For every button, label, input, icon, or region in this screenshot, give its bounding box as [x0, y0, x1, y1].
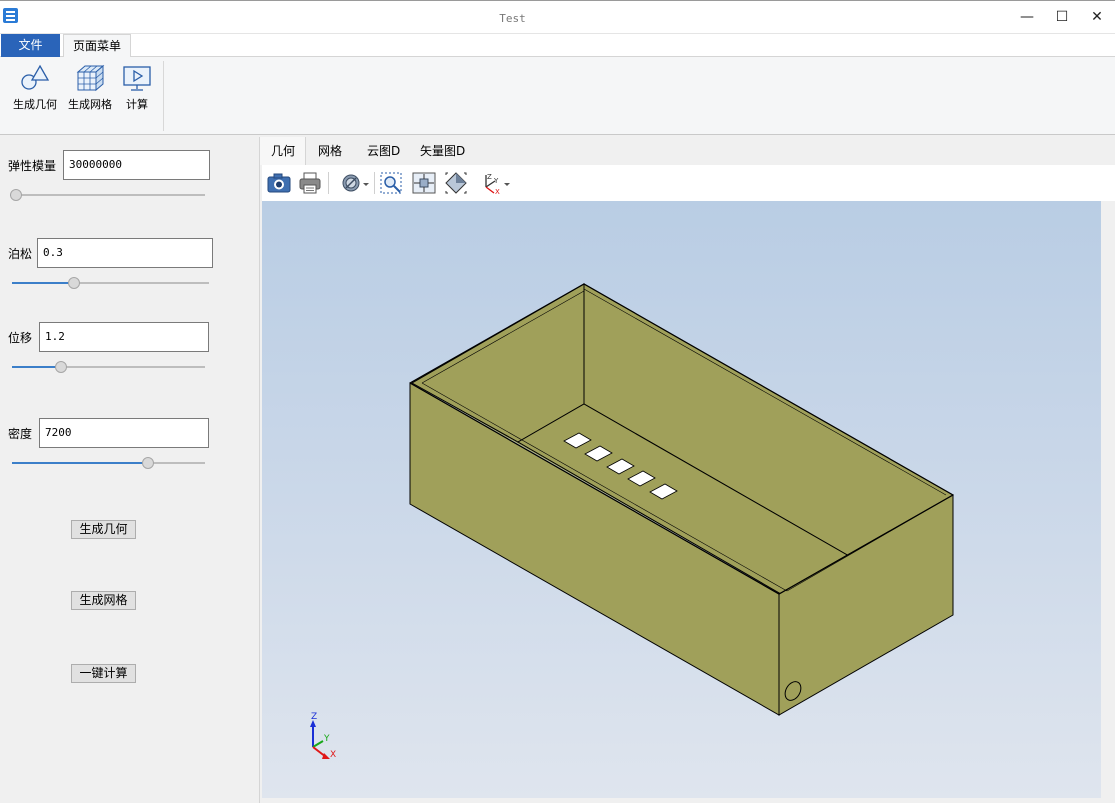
generate-geometry-ribbon-label: 生成几何 — [13, 98, 57, 111]
poisson-input[interactable]: 0.3 — [37, 238, 213, 268]
view-toolbar: Z Y X — [262, 165, 1115, 201]
axis-triad: Z Y X — [310, 712, 336, 760]
density-input[interactable]: 7200 — [39, 418, 209, 448]
view-tabs: 几何 网格 云图D 矢量图D — [260, 137, 1115, 165]
tab-vector[interactable]: 矢量图D — [420, 137, 465, 165]
elastic-modulus-label: 弹性模量 — [8, 159, 57, 173]
slider-thumb[interactable] — [10, 189, 22, 201]
axis-label-z: Z — [311, 712, 317, 722]
zoom-box-icon[interactable] — [379, 171, 405, 195]
parameter-panel: 弹性模量 30000000 泊松 0.3 位移 1.2 密度 7200 生成几何… — [0, 137, 255, 803]
elastic-modulus-slider[interactable] — [10, 189, 205, 201]
print-icon[interactable] — [297, 171, 323, 195]
generate-geometry-ribbon-button[interactable]: 生成几何 — [10, 63, 60, 125]
tab-contour[interactable]: 云图D — [367, 137, 400, 165]
view-panel: 几何 网格 云图D 矢量图D Z Y X Z Y X — [259, 137, 1115, 803]
maximize-button[interactable]: ☐ — [1048, 7, 1076, 29]
viewport-edge — [1101, 201, 1115, 798]
geometry-icon — [21, 64, 50, 90]
ribbon-tabs: 文件 页面菜单 — [0, 34, 1115, 58]
svg-text:X: X — [495, 188, 500, 195]
mesh-icon — [76, 64, 105, 92]
compute-ribbon-button[interactable]: 计算 — [120, 63, 154, 125]
axes-view-icon[interactable]: Z Y X — [480, 171, 512, 196]
slider-thumb[interactable] — [55, 361, 67, 373]
minimize-button[interactable]: — — [1013, 7, 1041, 29]
iso-view-icon[interactable] — [443, 171, 469, 195]
generate-geometry-button[interactable]: 生成几何 — [71, 520, 136, 539]
generate-mesh-ribbon-button[interactable]: 生成网格 — [64, 63, 116, 125]
elastic-modulus-input[interactable]: 30000000 — [63, 150, 210, 180]
ribbon-separator — [163, 61, 164, 131]
compute-icon — [123, 66, 151, 91]
camera-icon[interactable] — [266, 171, 292, 195]
fit-all-icon[interactable] — [411, 171, 437, 195]
svg-text:Y: Y — [493, 177, 499, 185]
displacement-slider[interactable] — [12, 361, 205, 373]
tab-geometry[interactable]: 几何 — [260, 137, 306, 165]
displacement-label: 位移 — [8, 331, 33, 345]
window-title: Test — [499, 12, 526, 25]
generate-mesh-button[interactable]: 生成网格 — [71, 591, 136, 610]
tab-page-menu[interactable]: 页面菜单 — [63, 34, 131, 58]
display-mode-icon[interactable] — [339, 171, 371, 195]
compute-ribbon-label: 计算 — [126, 98, 148, 111]
title-bar: Test — ☐ ✕ — [0, 0, 1115, 34]
poisson-label: 泊松 — [8, 247, 33, 261]
toolbar-separator — [328, 172, 329, 194]
density-label: 密度 — [8, 427, 33, 441]
axis-label-x: X — [330, 750, 336, 760]
slider-thumb[interactable] — [68, 277, 80, 289]
poisson-slider[interactable] — [12, 277, 209, 289]
svg-text:Z: Z — [487, 173, 492, 181]
toolbar-separator — [374, 172, 375, 194]
axis-label-y: Y — [323, 734, 330, 744]
generate-mesh-ribbon-label: 生成网格 — [68, 98, 112, 111]
slider-thumb[interactable] — [142, 457, 154, 469]
displacement-input[interactable]: 1.2 — [39, 322, 209, 352]
tray-model: Z Y X — [310, 283, 954, 760]
tab-mesh[interactable]: 网格 — [318, 137, 342, 165]
density-slider[interactable] — [12, 457, 205, 469]
ribbon: 生成几何 生成网格 计算 — [0, 57, 1115, 135]
one-click-compute-button[interactable]: 一键计算 — [71, 664, 136, 683]
close-button[interactable]: ✕ — [1083, 7, 1111, 29]
3d-viewport[interactable]: Z Y X — [262, 201, 1101, 798]
tab-file[interactable]: 文件 — [1, 34, 60, 57]
